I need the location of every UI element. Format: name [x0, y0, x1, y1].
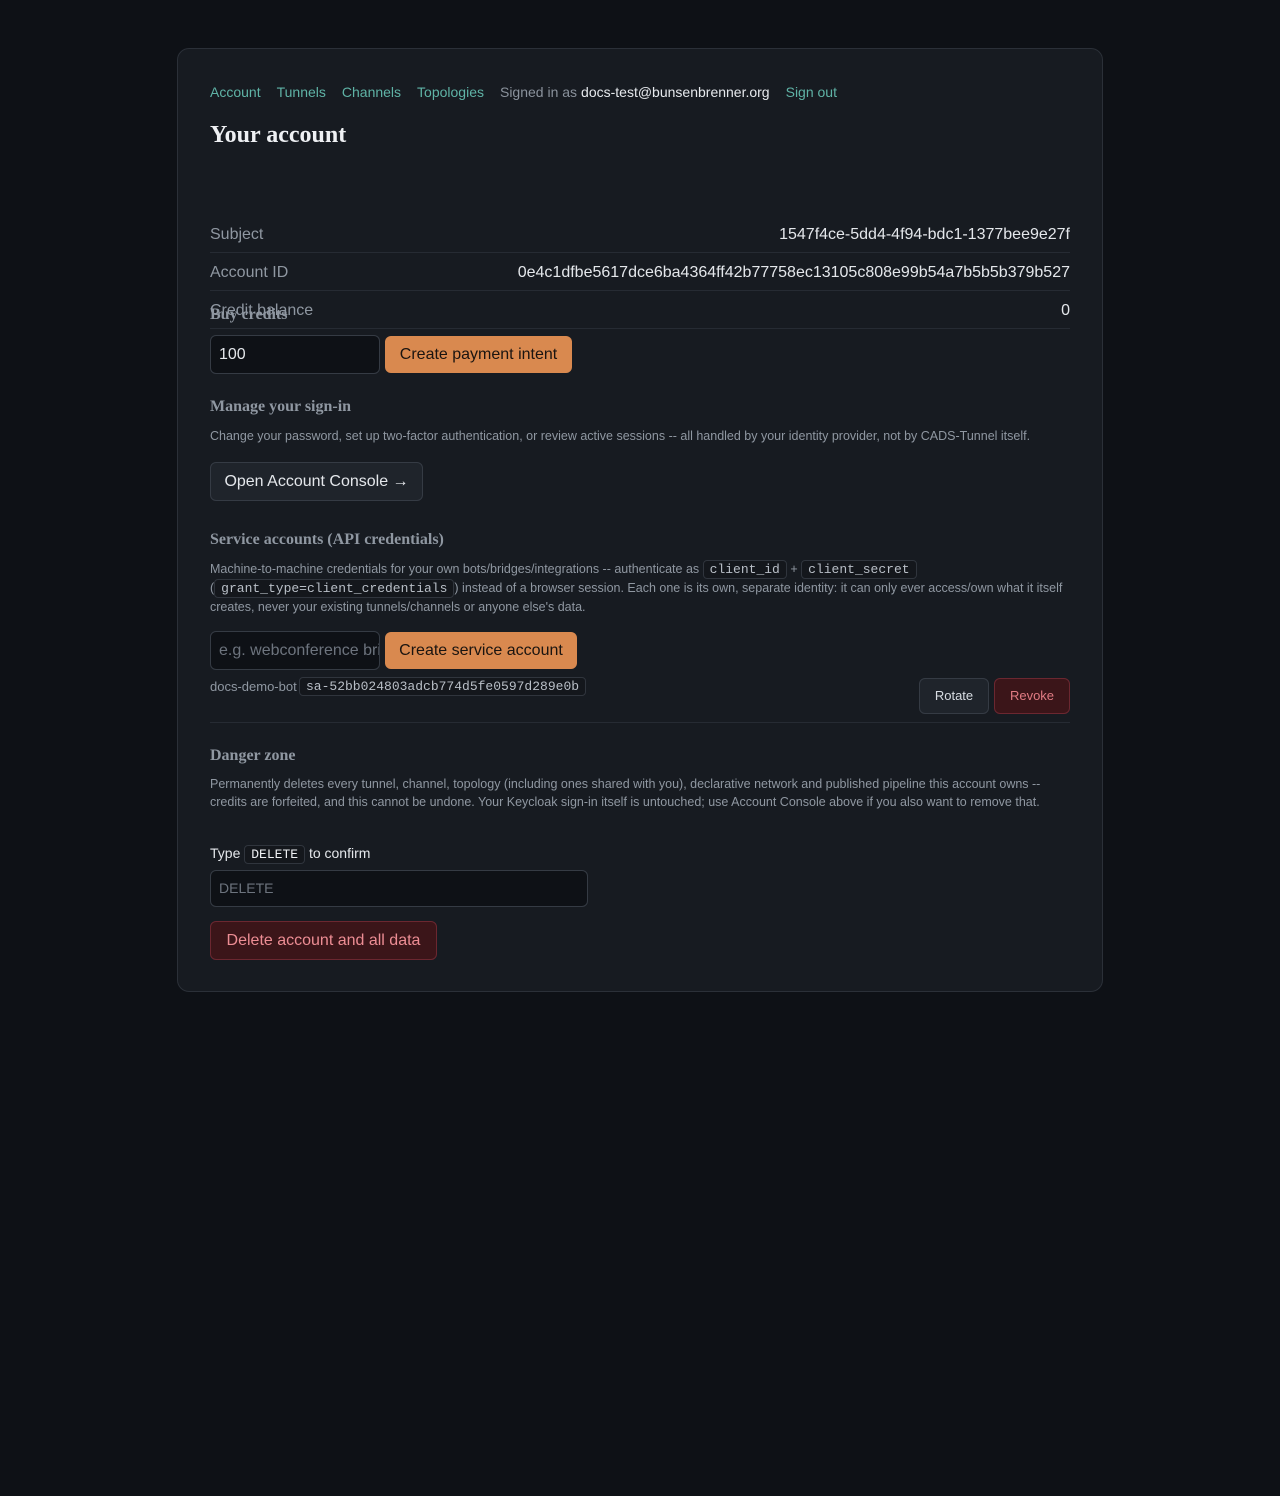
- page-title: Your account: [210, 122, 347, 148]
- account-id-label: Account ID: [210, 264, 289, 281]
- service-accounts-heading: Service accounts (API credentials): [210, 531, 444, 548]
- top-nav: Account Tunnels Channels Topologies Sign…: [210, 83, 853, 101]
- create-service-account-button[interactable]: Create service account: [385, 632, 577, 669]
- service-account-name: docs-demo-bot: [210, 679, 297, 694]
- service-account-client-id: sa-52bb024803adcb774d5fe0597d289e0b: [299, 677, 587, 696]
- credit-amount-input[interactable]: 100: [210, 335, 380, 374]
- delete-confirm-label: Type DELETE to confirm: [210, 845, 371, 864]
- credit-balance-row: Credit balance 0: [210, 291, 1070, 329]
- service-accounts-description: Machine-to-machine credentials for your …: [210, 560, 1070, 616]
- service-accounts-divider: [210, 722, 1070, 723]
- danger-zone-description: Permanently deletes every tunnel, channe…: [210, 777, 1041, 809]
- manage-signin-heading: Manage your sign-in: [210, 398, 352, 415]
- subject-value: 1547f4ce-5dd4-4f94-bdc1-1377bee9e27f: [779, 226, 1070, 243]
- signed-in-email: docs-test@bunsenbrenner.org: [581, 84, 770, 100]
- create-payment-intent-button[interactable]: Create payment intent: [385, 336, 572, 373]
- revoke-button[interactable]: Revoke: [994, 678, 1070, 714]
- buy-credits-heading: Buy credits: [210, 306, 288, 323]
- rotate-button[interactable]: Rotate: [919, 678, 989, 714]
- client-id-code: client_id: [702, 560, 787, 579]
- account-card: Account Tunnels Channels Topologies Sign…: [177, 48, 1103, 992]
- nav-topologies[interactable]: Topologies: [417, 84, 484, 100]
- nav-tunnels[interactable]: Tunnels: [277, 84, 326, 100]
- nav-channels[interactable]: Channels: [342, 84, 401, 100]
- credit-balance-value: 0: [1061, 302, 1070, 319]
- confirm-suffix: to confirm: [308, 845, 371, 861]
- account-id-value: 0e4c1dfbe5617dce6ba4364ff42b77758ec13105…: [517, 264, 1070, 281]
- signed-in-label: Signed in as: [499, 84, 578, 100]
- manage-signin-description: Change your password, set up two-factor …: [210, 429, 1031, 443]
- grant-type-code: grant_type=client_credentials: [214, 579, 455, 598]
- client-secret-code: client_secret: [801, 560, 917, 579]
- subject-row: Subject 1547f4ce-5dd4-4f94-bdc1-1377bee9…: [210, 215, 1070, 253]
- danger-zone-heading: Danger zone: [210, 747, 296, 764]
- confirm-word-code: DELETE: [244, 845, 306, 864]
- nav-account[interactable]: Account: [210, 84, 261, 100]
- service-desc-part1: Machine-to-machine credentials for your …: [210, 562, 700, 576]
- open-account-console-button[interactable]: Open Account Console →: [210, 462, 423, 501]
- plus-sign: +: [790, 562, 798, 576]
- sign-out-link[interactable]: Sign out: [786, 84, 837, 100]
- service-account-name-input[interactable]: e.g. webconference bridge: [210, 631, 380, 670]
- subject-label: Subject: [210, 226, 264, 243]
- account-id-row: Account ID 0e4c1dfbe5617dce6ba4364ff42b7…: [210, 253, 1070, 291]
- delete-account-button[interactable]: Delete account and all data: [210, 921, 437, 960]
- delete-confirm-input[interactable]: DELETE: [210, 870, 588, 907]
- confirm-prefix: Type: [210, 845, 241, 861]
